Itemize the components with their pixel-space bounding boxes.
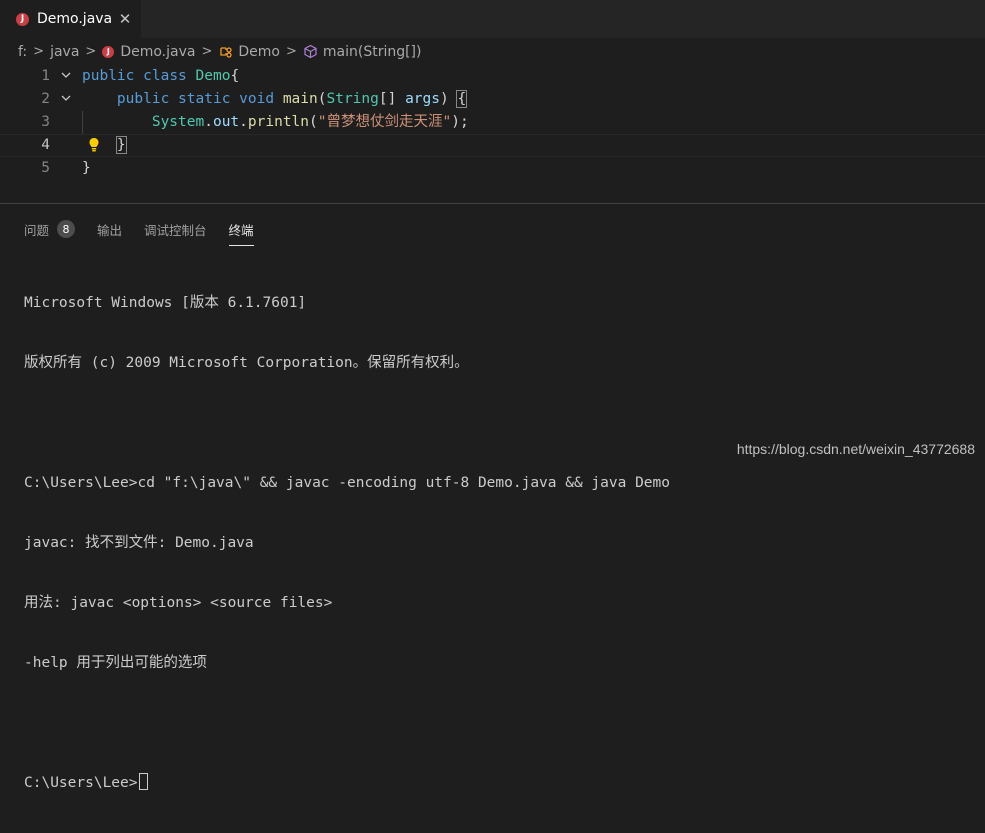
code-line-current[interactable]: 4 } (0, 134, 985, 157)
terminal-line: C:\Users\Lee>cd "f:\java\" && javac -enc… (24, 475, 671, 491)
java-file-icon: J (102, 45, 115, 58)
chevron-right-icon: > (85, 44, 97, 59)
terminal-line: 版权所有 (c) 2009 Microsoft Corporation。保留所有… (24, 355, 469, 371)
terminal-cursor (138, 773, 148, 790)
terminal-line: 用法: javac <options> <source files> (24, 595, 333, 611)
breadcrumb-file[interactable]: J Demo.java (102, 44, 195, 60)
breadcrumb-method[interactable]: main(String[]) (303, 43, 422, 60)
tab-debug-console[interactable]: 调试控制台 (144, 216, 207, 242)
problems-count-badge: 8 (57, 220, 76, 238)
tab-demo-java[interactable]: J Demo.java ✕ (0, 0, 141, 38)
chevron-right-icon: > (33, 44, 45, 59)
terminal-prompt-line[interactable]: C:\Users\Lee> (24, 773, 670, 793)
code-text: } (82, 160, 91, 176)
code-line[interactable]: 1 public class Demo{ (0, 65, 985, 88)
code-line[interactable]: 3 System.out.println("曾梦想仗剑走天涯"); (0, 111, 985, 134)
breadcrumb-class-label: Demo (238, 43, 280, 60)
panel-tabs: 问题 8 输出 调试控制台 终端 (24, 216, 276, 246)
code-editor[interactable]: 1 public class Demo{ 2 public static voi… (0, 65, 985, 180)
breadcrumb-method-label: main(String[]) (322, 43, 422, 60)
class-icon (220, 46, 233, 58)
close-icon[interactable]: ✕ (117, 10, 133, 28)
breadcrumb-folder[interactable]: java (50, 44, 79, 60)
code-text: System.out.println("曾梦想仗剑走天涯"); (151, 114, 469, 130)
editor-tab-bar: J Demo.java ✕ (0, 0, 985, 38)
line-number: 3 (41, 114, 50, 130)
terminal-line: Microsoft Windows [版本 6.1.7601] (24, 295, 307, 311)
bottom-panel: 问题 8 输出 调试控制台 终端 Microsoft Windows [版本 6… (0, 203, 985, 791)
watermark: https://blog.csdn.net/weixin_43772688 (736, 441, 975, 457)
tab-label: Demo.java (37, 11, 113, 27)
matched-bracket: { (456, 90, 468, 108)
line-number: 5 (41, 160, 50, 176)
terminal-line: -help 用于列出可能的选项 (24, 655, 207, 671)
line-number: 1 (41, 68, 50, 84)
terminal-prompt: C:\Users\Lee> (24, 775, 138, 791)
code-text: } (82, 134, 127, 157)
code-line[interactable]: 2 public static void main(String[] args)… (0, 88, 985, 111)
fold-chevron-down-icon[interactable] (60, 65, 72, 88)
terminal-output[interactable]: Microsoft Windows [版本 6.1.7601] 版权所有 (c)… (24, 253, 670, 833)
tab-output[interactable]: 输出 (97, 216, 122, 242)
breadcrumb-file-label: Demo.java (120, 43, 196, 60)
fold-chevron-down-icon[interactable] (60, 88, 72, 111)
line-number: 4 (41, 137, 50, 153)
line-number: 2 (41, 91, 50, 107)
breadcrumb-drive[interactable]: f: (18, 44, 27, 60)
breadcrumb-class[interactable]: Demo (218, 44, 280, 60)
code-text: public class Demo{ (82, 68, 240, 84)
code-line[interactable]: 5 } (0, 157, 985, 180)
chevron-right-icon: > (201, 44, 213, 59)
code-text: public static void main(String[] args) { (116, 90, 468, 108)
java-file-icon: J (16, 12, 29, 26)
terminal-line: javac: 找不到文件: Demo.java (24, 535, 254, 551)
chevron-right-icon: > (285, 44, 297, 59)
breadcrumb: f: > java > J Demo.java > Demo > main(St… (0, 38, 985, 65)
tab-problems[interactable]: 问题 8 (24, 216, 76, 242)
tab-terminal[interactable]: 终端 (228, 216, 254, 246)
method-cube-icon (304, 44, 317, 59)
matched-bracket: } (115, 136, 127, 154)
